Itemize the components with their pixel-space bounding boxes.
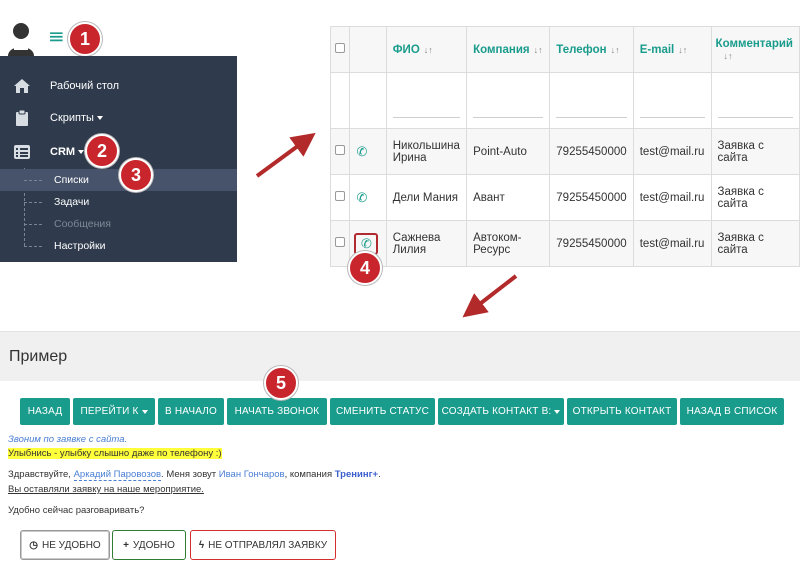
select-all-cell: [329, 26, 351, 73]
table-row: ✆ Дели Мания Авант 79255450000 test@mail…: [329, 174, 800, 221]
script-note: Звоним по заявке с сайта.: [8, 434, 128, 445]
not-convenient-button[interactable]: ◷ НЕ УДОБНО: [20, 530, 110, 560]
user-avatar-icon[interactable]: [6, 20, 36, 56]
row-checkbox[interactable]: [335, 237, 345, 247]
chevron-down-icon: [141, 409, 148, 414]
start-call-button[interactable]: НАЧАТЬ ЗВОНОК: [227, 398, 327, 425]
sidebar-item-label: Рабочий стол: [50, 80, 120, 92]
open-contact-button[interactable]: ОТКРЫТЬ КОНТАКТ: [567, 398, 677, 425]
greeting-line: Здравствуйте, Аркадий Паровозов. Меня зо…: [8, 469, 381, 481]
sort-icon[interactable]: ↓↑: [724, 51, 733, 61]
table-row: ✆ Никольшина Ирина Point-Auto 79255450000…: [329, 128, 800, 175]
convenient-button[interactable]: + УДОБНО: [112, 530, 186, 560]
question-line: Удобно сейчас разговаривать?: [8, 505, 145, 516]
column-header-comment[interactable]: Комментарий ↓↑: [710, 26, 800, 73]
chevron-down-icon: [78, 150, 85, 154]
back-button[interactable]: НАЗАД: [20, 398, 70, 425]
sidebar-subitem-messages[interactable]: Сообщения: [0, 213, 237, 235]
row-checkbox[interactable]: [335, 145, 345, 155]
goto-button[interactable]: ПЕРЕЙТИ К: [73, 398, 155, 425]
filter-name-input[interactable]: [385, 72, 468, 129]
table-row: ✆ Сажнева Лилия Автоком- Ресурс 7925545000…: [329, 220, 800, 267]
arrow-to-table: [255, 132, 316, 178]
sidebar-subitem-label: Настройки: [54, 240, 106, 252]
chevron-down-icon: [96, 116, 103, 120]
company-name-field[interactable]: Тренинг+: [335, 469, 378, 480]
clock-icon: ◷: [29, 539, 39, 551]
phone-call-icon: ✆: [360, 235, 372, 251]
reason-line: Вы оставляли заявку на наше мероприятие.: [8, 484, 204, 495]
filter-email-input[interactable]: [632, 72, 712, 129]
lightning-icon: ϟ: [198, 539, 205, 551]
top-bar: ≡: [0, 18, 237, 56]
filter-row: [329, 72, 800, 129]
column-header-name[interactable]: ФИО ↓↑: [385, 26, 468, 73]
sidebar-subitem-label: Сообщения: [54, 218, 111, 230]
filter-phone-input[interactable]: [549, 72, 634, 129]
sidebar-subitem-label: Списки: [54, 174, 89, 186]
home-icon: [12, 78, 32, 94]
highlight-tip: Улыбнись - улыбку слышно даже по телефон…: [8, 448, 222, 459]
example-panel-header: Пример: [0, 331, 800, 381]
phone-call-icon[interactable]: ✆: [356, 144, 367, 160]
sort-icon[interactable]: ↓↑: [678, 45, 687, 55]
sidebar-item-desktop[interactable]: Рабочий стол: [0, 70, 237, 102]
to-start-button[interactable]: В НАЧАЛО: [158, 398, 224, 425]
row-checkbox[interactable]: [335, 191, 345, 201]
manager-name-field[interactable]: Иван Гончаров: [219, 469, 285, 480]
phone-call-icon[interactable]: ✆: [356, 190, 367, 206]
arrow-to-example: [462, 274, 518, 318]
create-contact-in-button[interactable]: СОЗДАТЬ КОНТАКТ В:: [438, 398, 564, 425]
column-header-company[interactable]: Компания ↓↑: [466, 26, 551, 73]
client-name-field[interactable]: Аркадий Паровозов: [73, 469, 162, 481]
filter-comment-input[interactable]: [710, 72, 800, 129]
sidebar-subitem-settings[interactable]: Настройки: [0, 235, 237, 257]
column-header-email[interactable]: E-mail ↓↑: [632, 26, 712, 73]
script-toolbar: НАЗАД ПЕРЕЙТИ К В НАЧАЛО НАЧАТЬ ЗВОНОК С…: [20, 398, 787, 426]
step-badge-5: 5: [264, 366, 298, 400]
column-header-phone[interactable]: Телефон ↓↑: [549, 26, 634, 73]
step-badge-2: 2: [85, 134, 119, 168]
list-icon: [12, 145, 32, 159]
table-header-row: ФИО ↓↑ Компания ↓↑ Телефон ↓↑ E-mail ↓↑ Комм…: [329, 26, 800, 73]
chevron-down-icon: [554, 409, 561, 414]
step-badge-1: 1: [68, 22, 102, 56]
sidebar-item-label: CRM: [50, 146, 76, 158]
filter-company-input[interactable]: [466, 72, 551, 129]
sort-icon[interactable]: ↓↑: [611, 45, 620, 55]
contacts-table: ФИО ↓↑ Компания ↓↑ Телефон ↓↑ E-mail ↓↑ Комм…: [329, 26, 800, 267]
change-status-button[interactable]: СМЕНИТЬ СТАТУС: [330, 398, 435, 425]
step-badge-4: 4: [348, 251, 382, 285]
sidebar-subitem-label: Задачи: [54, 196, 90, 208]
sidebar-item-scripts[interactable]: Скрипты: [0, 102, 237, 134]
hamburger-menu-icon[interactable]: ≡: [48, 26, 65, 46]
phone-col-header: [349, 26, 387, 73]
sidebar-subitem-tasks[interactable]: Задачи: [0, 191, 237, 213]
sort-icon[interactable]: ↓↑: [534, 45, 543, 55]
panel-title: Пример: [9, 348, 68, 365]
clipboard-icon: [12, 109, 32, 127]
sidebar: Рабочий стол Скрипты CRM Списки Задачи С…: [0, 56, 237, 262]
did-not-send-request-button[interactable]: ϟ НЕ ОТПРАВЛЯЛ ЗАЯВКУ: [190, 530, 336, 560]
back-to-list-button[interactable]: НАЗАД В СПИСОК: [680, 398, 784, 425]
sidebar-item-label: Скрипты: [50, 112, 94, 124]
select-all-checkbox[interactable]: [335, 43, 345, 53]
step-badge-3: 3: [119, 158, 153, 192]
plus-icon: +: [123, 539, 129, 551]
sort-icon[interactable]: ↓↑: [424, 45, 433, 55]
